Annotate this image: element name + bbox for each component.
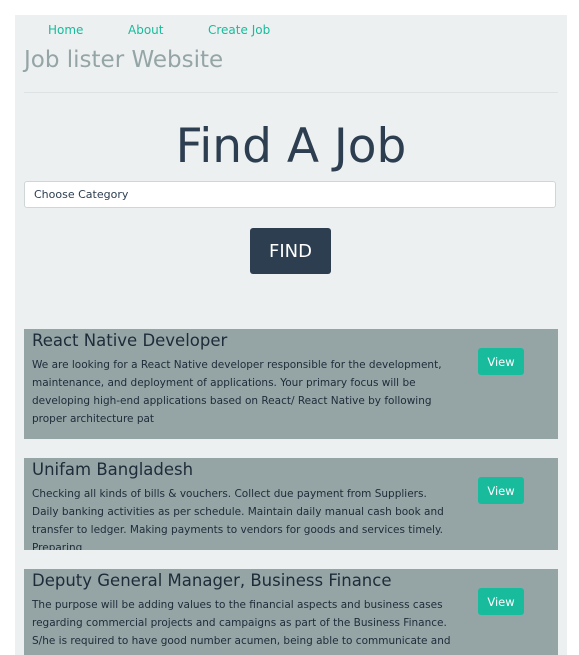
header-divider xyxy=(24,92,558,93)
nav-item-create-job[interactable]: Create Job xyxy=(208,23,270,37)
job-card: Unifam Bangladesh Checking all kinds of … xyxy=(24,458,558,550)
job-title: Unifam Bangladesh xyxy=(32,460,194,479)
job-description: We are looking for a React Native develo… xyxy=(32,359,442,425)
find-button[interactable]: FIND xyxy=(250,228,331,274)
job-title: Deputy General Manager, Business Finance xyxy=(32,571,392,590)
job-description: Checking all kinds of bills & vouchers. … xyxy=(32,488,444,550)
view-button[interactable]: View xyxy=(478,588,524,615)
view-button[interactable]: View xyxy=(478,477,524,504)
job-title: React Native Developer xyxy=(32,331,228,350)
job-card: React Native Developer We are looking fo… xyxy=(24,329,558,439)
category-select-value: Choose Category xyxy=(34,188,129,201)
job-description: The purpose will be adding values to the… xyxy=(32,599,451,647)
hero-title: Find A Job xyxy=(175,119,407,174)
top-nav: Home About Create Job xyxy=(15,15,567,45)
category-select[interactable]: Choose Category xyxy=(24,181,556,208)
site-title: Job lister Website xyxy=(24,47,224,73)
job-card: Deputy General Manager, Business Finance… xyxy=(24,569,558,655)
nav-item-about[interactable]: About xyxy=(128,23,163,37)
view-button[interactable]: View xyxy=(478,348,524,375)
page-container: Home About Create Job Job lister Website… xyxy=(15,15,567,655)
nav-item-home[interactable]: Home xyxy=(48,23,83,37)
